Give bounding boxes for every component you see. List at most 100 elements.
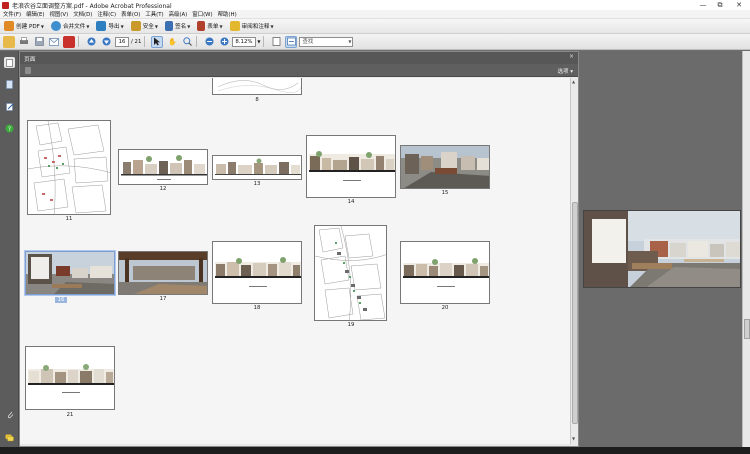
zoom-in-icon[interactable] <box>218 36 230 48</box>
page-label: 14 <box>347 199 355 205</box>
page-thumbnail[interactable] <box>27 120 111 215</box>
sign-button[interactable]: 签名 ▼ <box>164 21 190 31</box>
title-bar: 老浪农谷立面调整方案.pdf - Adobe Acrobat Professio… <box>0 0 750 10</box>
page-thumbnail[interactable] <box>212 241 302 304</box>
forms-button[interactable]: 表单 ▼ <box>197 21 223 31</box>
page-thumbnail-selected[interactable] <box>25 251 115 295</box>
page-label-selected: 16 <box>55 297 67 303</box>
zoom-level-select[interactable]: 8.12% <box>232 36 257 47</box>
close-panel-button[interactable]: × <box>569 53 574 60</box>
page-thumbnail[interactable] <box>25 346 115 410</box>
navigation-pane-rail: ? <box>0 51 19 454</box>
page-label: 8 <box>255 97 259 103</box>
minimize-button[interactable]: — <box>694 0 712 10</box>
open-folder-icon[interactable] <box>3 35 15 48</box>
save-icon[interactable] <box>33 36 45 48</box>
attachments-icon[interactable] <box>4 409 15 420</box>
page-thumbnail[interactable] <box>118 149 208 185</box>
next-page-icon[interactable] <box>100 36 112 48</box>
combine-files-icon <box>50 21 61 31</box>
options-label: 选项 <box>557 69 569 75</box>
menu-edit[interactable]: 编辑(E) <box>26 10 44 18</box>
options-menu[interactable]: 选项 ▾ <box>557 67 573 75</box>
hand-tool-icon[interactable]: ✋ <box>166 36 178 48</box>
combine-files-label: 合并文件 <box>62 24 86 30</box>
signatures-icon[interactable] <box>4 101 15 112</box>
menu-file[interactable]: 文件(F) <box>3 10 21 18</box>
restore-button[interactable]: ⧉ <box>711 0 729 10</box>
comments-icon[interactable] <box>4 432 15 443</box>
menu-view[interactable]: 视图(V) <box>50 10 69 18</box>
create-pdf-button[interactable]: 创建 PDF ▼ <box>4 21 44 31</box>
export-label: 导出 <box>108 24 120 30</box>
zoom-out-icon[interactable] <box>203 36 215 48</box>
page-label: 15 <box>441 190 449 196</box>
chevron-down-icon: ▼ <box>154 23 158 29</box>
chevron-down-icon: ▼ <box>348 38 352 44</box>
fit-page-icon[interactable] <box>270 36 282 48</box>
page-label: 20 <box>441 305 449 311</box>
pages-panel-title: 页面 <box>24 56 36 63</box>
chevron-down-icon[interactable]: ▼ <box>257 39 260 44</box>
page-thumbnail[interactable] <box>212 78 302 95</box>
create-pdf-from-web-icon[interactable] <box>63 35 75 48</box>
scrollbar-thumb[interactable] <box>572 202 578 424</box>
pages-panel-toolbar: 选项 ▾ <box>20 64 578 77</box>
select-tool-icon[interactable] <box>151 35 164 48</box>
menu-help[interactable]: 帮助(H) <box>218 10 237 18</box>
tasks-toolbar: 创建 PDF ▼ 合并文件 ▼ 导出 ▼ 安全 ▼ 签名 ▼ 表单 ▼ 审阅和注释 ▼ <box>0 19 750 34</box>
menu-tools[interactable]: 工具(T) <box>145 10 163 18</box>
combine-files-button[interactable]: 合并文件 ▼ <box>50 21 90 31</box>
lock-icon <box>130 21 141 31</box>
review-comment-button[interactable]: 审阅和注释 ▼ <box>229 21 274 31</box>
previous-page-icon[interactable] <box>85 36 97 48</box>
print-icon[interactable] <box>18 36 30 48</box>
document-scrollbar[interactable] <box>742 51 750 454</box>
page-thumbnail[interactable] <box>212 155 302 180</box>
menu-window[interactable]: 窗口(W) <box>192 10 212 18</box>
close-window-button[interactable]: ✕ <box>730 0 748 10</box>
chevron-down-icon: ▼ <box>270 23 274 29</box>
create-pdf-label: 创建 PDF <box>16 24 40 30</box>
page-label: 18 <box>253 305 261 311</box>
toolbar-separator <box>78 36 79 47</box>
page-thumbnail[interactable] <box>400 241 490 304</box>
menu-comments[interactable]: 注释(C) <box>97 10 116 18</box>
chevron-down-icon: ▼ <box>86 23 90 29</box>
page-label: 13 <box>253 181 261 187</box>
pages-panel-header: 页面 × <box>20 52 578 64</box>
page-label: 19 <box>347 322 355 328</box>
thumbnails-scrollbar[interactable]: ▲ ▼ <box>570 78 578 444</box>
page-thumbnail[interactable] <box>118 251 208 295</box>
page-thumbnail[interactable] <box>400 145 490 189</box>
document-scrollbar-thumb[interactable] <box>744 319 750 339</box>
trash-icon[interactable] <box>25 67 31 74</box>
page-thumbnail[interactable] <box>306 135 396 198</box>
menu-advanced[interactable]: 高级(A) <box>169 10 188 18</box>
scroll-down-arrow-icon[interactable]: ▼ <box>572 436 575 441</box>
scroll-up-arrow-icon[interactable]: ▲ <box>572 79 575 84</box>
find-input[interactable]: 查找 ▼ <box>299 36 354 47</box>
chevron-down-icon: ▼ <box>40 23 44 29</box>
pen-icon <box>164 21 173 31</box>
help-icon[interactable]: ? <box>4 123 15 134</box>
page-label: 11 <box>65 216 73 222</box>
marquee-zoom-icon[interactable] <box>181 36 193 48</box>
review-comment-label: 审阅和注释 <box>241 24 270 30</box>
window-title: 老浪农谷立面调整方案.pdf - Adobe Acrobat Professio… <box>12 2 172 10</box>
page-number-input[interactable]: 16 <box>115 36 129 47</box>
export-button[interactable]: 导出 ▼ <box>96 21 124 31</box>
document-view <box>579 51 742 454</box>
fit-width-icon[interactable] <box>285 35 298 48</box>
pages-icon[interactable] <box>4 57 15 68</box>
security-label: 安全 <box>142 24 154 30</box>
bookmarks-icon[interactable] <box>4 79 15 90</box>
acrobat-app-icon <box>2 1 9 9</box>
menu-document[interactable]: 文档(D) <box>73 10 92 18</box>
email-icon[interactable] <box>48 36 60 48</box>
chevron-down-icon: ▼ <box>219 23 223 29</box>
security-button[interactable]: 安全 ▼ <box>130 21 158 31</box>
export-icon <box>96 21 107 31</box>
menu-forms[interactable]: 表单(O) <box>121 10 140 18</box>
page-thumbnail[interactable] <box>314 225 387 321</box>
